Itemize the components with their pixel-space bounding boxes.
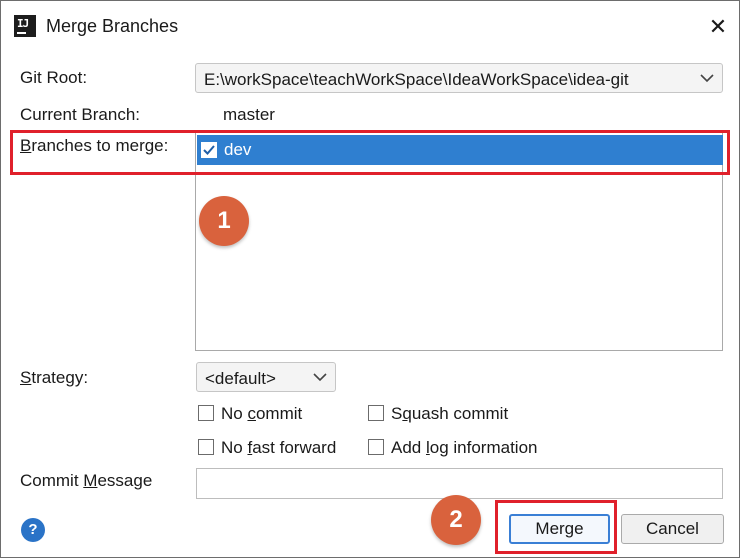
chevron-down-icon (700, 74, 714, 83)
help-icon[interactable]: ? (21, 518, 45, 542)
commit-message-post: essage (97, 471, 153, 490)
add-log-post: og information (429, 438, 538, 457)
git-root-select[interactable]: E:\workSpace\teachWorkSpace\IdeaWorkSpac… (195, 63, 723, 93)
git-root-label: Git Root: (20, 68, 88, 87)
squash-commit-checkbox[interactable] (368, 405, 384, 421)
step-badge-2: 2 (431, 495, 481, 545)
no-fast-forward-pre: No (221, 438, 248, 457)
strategy-label-rest: trategy: (31, 368, 89, 387)
highlight-merge-box (495, 500, 617, 554)
step-badge-1: 1 (199, 196, 249, 246)
current-branch-value: master (223, 105, 275, 124)
squash-commit-label: Squash commit (391, 404, 508, 424)
add-log-information-checkbox[interactable] (368, 439, 384, 455)
no-commit-mnemonic: c (247, 404, 256, 423)
no-fast-forward-post: ast forward (252, 438, 337, 457)
squash-commit-pre: S (391, 404, 403, 423)
intellij-app-icon: IJ (14, 15, 36, 37)
no-fast-forward-checkbox[interactable] (198, 439, 214, 455)
strategy-label: Strategy: (20, 368, 88, 388)
strategy-value: <default> (205, 369, 276, 388)
chevron-down-icon (313, 373, 327, 382)
git-root-value: E:\workSpace\teachWorkSpace\IdeaWorkSpac… (204, 70, 629, 89)
close-button[interactable]: ✕ (701, 11, 735, 43)
no-commit-label: No commit (221, 404, 302, 424)
squash-commit-post: uash commit (411, 404, 509, 423)
cancel-button[interactable]: Cancel (621, 514, 724, 544)
merge-branches-dialog: IJ Merge Branches ✕ Git Root: E:\workSpa… (0, 0, 740, 558)
current-branch-label: Current Branch: (20, 105, 140, 124)
commit-message-label: Commit Message (20, 471, 152, 491)
title-bar: IJ Merge Branches ✕ (1, 1, 739, 53)
commit-message-pre: Commit (20, 471, 84, 490)
add-log-information-label: Add log information (391, 438, 538, 458)
commit-message-mnemonic: M (83, 471, 98, 490)
squash-commit-mnemonic: q (402, 404, 412, 423)
strategy-select[interactable]: <default> (196, 362, 336, 392)
dialog-title: Merge Branches (46, 16, 179, 36)
mnemonic-s: S (20, 368, 32, 387)
no-commit-checkbox[interactable] (198, 405, 214, 421)
close-icon: ✕ (708, 14, 728, 39)
add-log-pre: Add (391, 438, 426, 457)
highlight-branches-box (10, 130, 730, 175)
no-fast-forward-label: No fast forward (221, 438, 336, 458)
no-commit-pre: No (221, 404, 248, 423)
no-commit-post: ommit (255, 404, 303, 423)
